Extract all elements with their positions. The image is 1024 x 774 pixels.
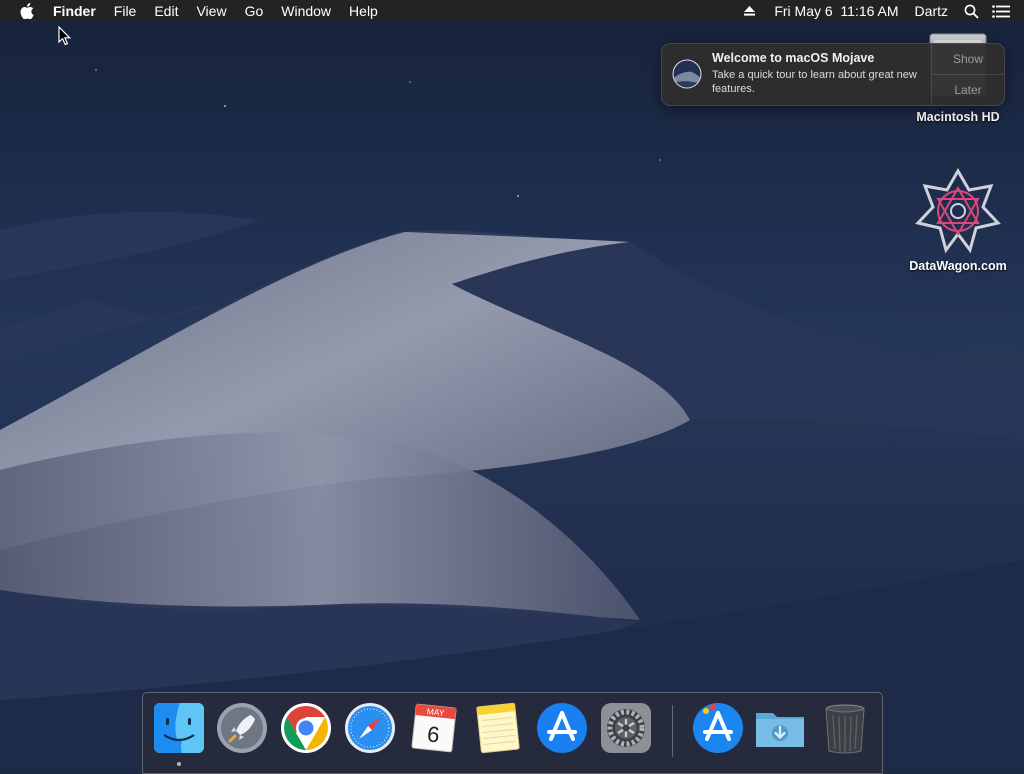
notification-body: Take a quick tour to learn about great n… <box>712 69 917 95</box>
chrome-icon <box>281 703 331 753</box>
notification-title: Welcome to macOS Mojave <box>712 51 875 65</box>
datawagon-logo-icon <box>915 168 1001 254</box>
menu-app-name[interactable]: Finder <box>44 0 105 22</box>
calendar-icon: MAY 6 <box>411 703 457 753</box>
dock-item-calendar[interactable]: MAY 6 <box>407 701 461 755</box>
menu-view[interactable]: View <box>187 0 235 22</box>
dock-item-finder[interactable] <box>152 701 206 755</box>
menubar-user[interactable]: Dartz <box>907 0 956 22</box>
dock-item-app-store[interactable] <box>535 701 589 755</box>
safari-icon <box>345 703 395 753</box>
notes-icon <box>476 702 520 754</box>
app-store-icon <box>537 703 587 753</box>
dock-item-safari[interactable] <box>343 701 397 755</box>
launchpad-icon <box>217 703 267 753</box>
mouse-cursor-icon <box>58 26 72 46</box>
menu-window[interactable]: Window <box>272 0 340 22</box>
dock-item-downloads[interactable] <box>753 701 807 755</box>
apple-icon[interactable] <box>16 0 38 22</box>
calendar-month: MAY <box>426 706 445 718</box>
notification-actions: Show Later <box>931 44 1004 105</box>
trash-icon <box>825 704 865 754</box>
desktop-item-label: Macintosh HD <box>916 110 1000 124</box>
menu-go[interactable]: Go <box>236 0 273 22</box>
system-preferences-icon <box>601 703 651 753</box>
finder-running-indicator <box>177 762 181 766</box>
finder-icon <box>154 703 204 753</box>
welcome-notification[interactable]: Welcome to macOS Mojave Take a quick tou… <box>661 43 1005 106</box>
dock-item-chrome[interactable] <box>279 701 333 755</box>
dock-item-notes[interactable] <box>471 701 525 755</box>
spotlight-search-icon[interactable] <box>962 2 980 20</box>
applications-folder-icon <box>693 703 743 753</box>
downloads-folder-icon <box>756 713 804 747</box>
notification-center-icon[interactable] <box>992 2 1010 20</box>
dock-item-system-preferences[interactable] <box>599 701 653 755</box>
menu-file[interactable]: File <box>105 0 146 22</box>
dock-divider <box>672 705 673 757</box>
menu-edit[interactable]: Edit <box>145 0 187 22</box>
desktop-item-datawagon[interactable]: DataWagon.com <box>898 168 1018 273</box>
eject-icon[interactable] <box>740 2 758 20</box>
desktop-wallpaper <box>0 0 1024 768</box>
mojave-app-icon <box>672 59 702 89</box>
desktop-item-label: DataWagon.com <box>909 259 1007 273</box>
menu-bar: Finder File Edit View Go Window Help Fri… <box>0 0 1024 22</box>
dock: MAY 6 <box>142 692 883 774</box>
menu-help[interactable]: Help <box>340 0 387 22</box>
calendar-day: 6 <box>426 721 441 747</box>
show-button[interactable]: Show <box>932 44 1004 75</box>
later-button[interactable]: Later <box>932 75 1004 105</box>
dock-item-trash[interactable] <box>818 701 872 755</box>
menubar-clock[interactable]: Fri May 6 11:16 AM <box>764 0 906 22</box>
dock-item-launchpad[interactable] <box>215 701 269 755</box>
dock-item-applications[interactable] <box>691 701 745 755</box>
